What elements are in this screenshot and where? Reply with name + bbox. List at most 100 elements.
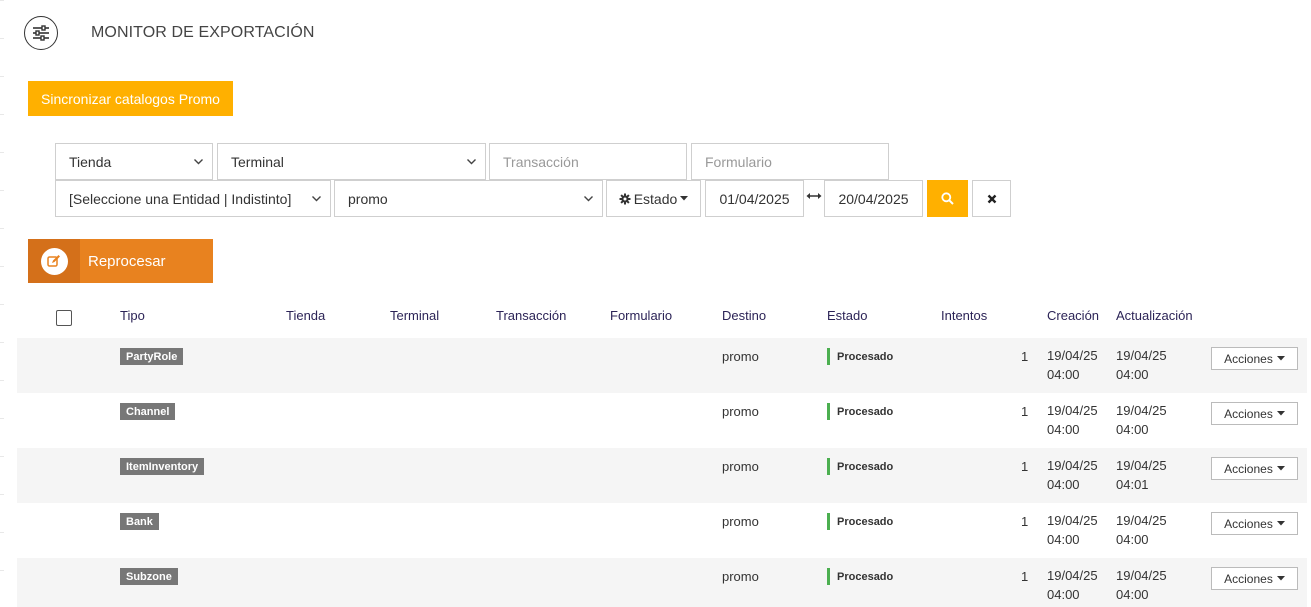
fecha-desde-value: 01/04/2025 <box>719 190 790 207</box>
caret-down-icon <box>1276 411 1285 416</box>
sliders-icon <box>33 25 49 41</box>
creacion-time: 04:00 <box>1047 477 1080 492</box>
page-header: MONITOR DE EXPORTACIÓN <box>24 15 315 51</box>
intentos-cell: 1 <box>1021 514 1029 529</box>
chevron-down-icon <box>194 159 203 165</box>
fecha-hasta-input[interactable]: 20/04/2025 <box>824 180 923 217</box>
creacion-time: 04:00 <box>1047 422 1080 437</box>
menu-toggle-button[interactable] <box>24 16 58 50</box>
status-badge: Procesado <box>827 403 893 420</box>
column-header-transaccion[interactable]: Transacción <box>496 308 566 323</box>
actualizacion-date: 19/04/25 <box>1116 513 1167 528</box>
fecha-desde-input[interactable]: 01/04/2025 <box>705 180 804 217</box>
formulario-input[interactable]: Formulario <box>691 143 889 180</box>
entidad-select-value: [Seleccione una Entidad | Indistinto] <box>69 190 292 207</box>
column-header-tipo[interactable]: Tipo <box>120 308 145 323</box>
select-all-checkbox[interactable] <box>56 310 72 326</box>
tipo-badge: ItemInventory <box>120 458 205 475</box>
tienda-select-value: Tienda <box>69 153 112 170</box>
tienda-select[interactable]: Tienda <box>55 143 213 180</box>
actualizacion-time: 04:00 <box>1116 587 1149 602</box>
creacion-date: 19/04/25 <box>1047 568 1098 583</box>
reprocess-button[interactable]: Reprocesar <box>28 239 213 283</box>
caret-down-icon <box>680 196 689 201</box>
page-title: MONITOR DE EXPORTACIÓN <box>91 24 315 41</box>
table-row: Subzone promo Procesado 1 19/04/25 04:00… <box>17 558 1307 607</box>
reprocess-icon-zone <box>28 239 80 283</box>
acciones-label: Acciones <box>1224 516 1273 531</box>
creacion-date: 19/04/25 <box>1047 403 1098 418</box>
creacion-time: 04:00 <box>1047 587 1080 602</box>
actualizacion-time: 04:00 <box>1116 532 1149 547</box>
clear-filters-button[interactable] <box>972 180 1011 217</box>
acciones-label: Acciones <box>1224 571 1273 586</box>
destino-cell: promo <box>722 569 759 584</box>
page-edge-decoration <box>0 0 4 607</box>
creacion-cell: 19/04/25 04:00 <box>1047 566 1098 604</box>
entidad-select[interactable]: [Seleccione una Entidad | Indistinto] <box>55 180 331 217</box>
destino-cell: promo <box>722 459 759 474</box>
caret-down-icon <box>1276 356 1285 361</box>
column-header-actualizacion[interactable]: Actualización <box>1116 308 1193 323</box>
sync-catalogs-button[interactable]: Sincronizar catalogos Promo <box>28 81 233 116</box>
creacion-cell: 19/04/25 04:00 <box>1047 401 1098 439</box>
fecha-hasta-value: 20/04/2025 <box>838 190 909 207</box>
tipo-badge: Bank <box>120 513 159 530</box>
intentos-cell: 1 <box>1021 569 1029 584</box>
caret-down-icon <box>1276 576 1285 581</box>
creacion-date: 19/04/25 <box>1047 458 1098 473</box>
tipo-badge: PartyRole <box>120 348 184 365</box>
table-row: Bank promo Procesado 1 19/04/25 04:00 19… <box>17 503 1307 558</box>
destino-cell: promo <box>722 404 759 419</box>
column-header-intentos[interactable]: Intentos <box>941 308 987 323</box>
actualizacion-date: 19/04/25 <box>1116 458 1167 473</box>
transaccion-input[interactable]: Transacción <box>489 143 687 180</box>
actualizacion-date: 19/04/25 <box>1116 568 1167 583</box>
acciones-label: Acciones <box>1224 461 1273 476</box>
creacion-cell: 19/04/25 04:00 <box>1047 456 1098 494</box>
transaccion-placeholder: Transacción <box>503 153 579 170</box>
chevron-down-icon <box>584 196 593 202</box>
table-row: ItemInventory promo Procesado 1 19/04/25… <box>17 448 1307 503</box>
creacion-date: 19/04/25 <box>1047 513 1098 528</box>
column-header-estado[interactable]: Estado <box>827 308 867 323</box>
destino-select[interactable]: promo <box>334 180 603 217</box>
status-badge: Procesado <box>827 458 893 475</box>
table-row: Channel promo Procesado 1 19/04/25 04:00… <box>17 393 1307 448</box>
actualizacion-cell: 19/04/25 04:00 <box>1116 566 1167 604</box>
actualizacion-cell: 19/04/25 04:00 <box>1116 346 1167 384</box>
search-icon <box>941 192 954 205</box>
status-badge: Procesado <box>827 513 893 530</box>
acciones-dropdown-button[interactable]: Acciones <box>1211 402 1298 425</box>
creacion-time: 04:00 <box>1047 532 1080 547</box>
intentos-cell: 1 <box>1021 459 1029 474</box>
acciones-label: Acciones <box>1224 406 1273 421</box>
search-button[interactable] <box>927 180 968 217</box>
gear-icon <box>619 193 631 204</box>
actualizacion-date: 19/04/25 <box>1116 348 1167 363</box>
column-header-creacion[interactable]: Creación <box>1047 308 1099 323</box>
actualizacion-cell: 19/04/25 04:00 <box>1116 401 1167 439</box>
estado-dropdown-button[interactable]: Estado <box>606 180 701 217</box>
actualizacion-date: 19/04/25 <box>1116 403 1167 418</box>
reprocess-label: Reprocesar <box>88 252 166 270</box>
column-header-tienda[interactable]: Tienda <box>286 308 325 323</box>
terminal-select[interactable]: Terminal <box>217 143 486 180</box>
estado-dropdown-label: Estado <box>633 190 678 207</box>
actualizacion-time: 04:01 <box>1116 477 1149 492</box>
actualizacion-cell: 19/04/25 04:00 <box>1116 511 1167 549</box>
acciones-dropdown-button[interactable]: Acciones <box>1211 512 1298 535</box>
creacion-cell: 19/04/25 04:00 <box>1047 346 1098 384</box>
acciones-dropdown-button[interactable]: Acciones <box>1211 567 1298 590</box>
formulario-placeholder: Formulario <box>705 153 772 170</box>
reprocess-icon-circle <box>40 247 68 275</box>
acciones-dropdown-button[interactable]: Acciones <box>1211 347 1298 370</box>
table-row: PartyRole promo Procesado 1 19/04/25 04:… <box>17 338 1307 393</box>
tipo-badge: Channel <box>120 403 176 420</box>
creacion-cell: 19/04/25 04:00 <box>1047 511 1098 549</box>
caret-down-icon <box>1276 521 1285 526</box>
column-header-formulario[interactable]: Formulario <box>610 308 672 323</box>
acciones-dropdown-button[interactable]: Acciones <box>1211 457 1298 480</box>
column-header-terminal[interactable]: Terminal <box>390 308 439 323</box>
column-header-destino[interactable]: Destino <box>722 308 766 323</box>
